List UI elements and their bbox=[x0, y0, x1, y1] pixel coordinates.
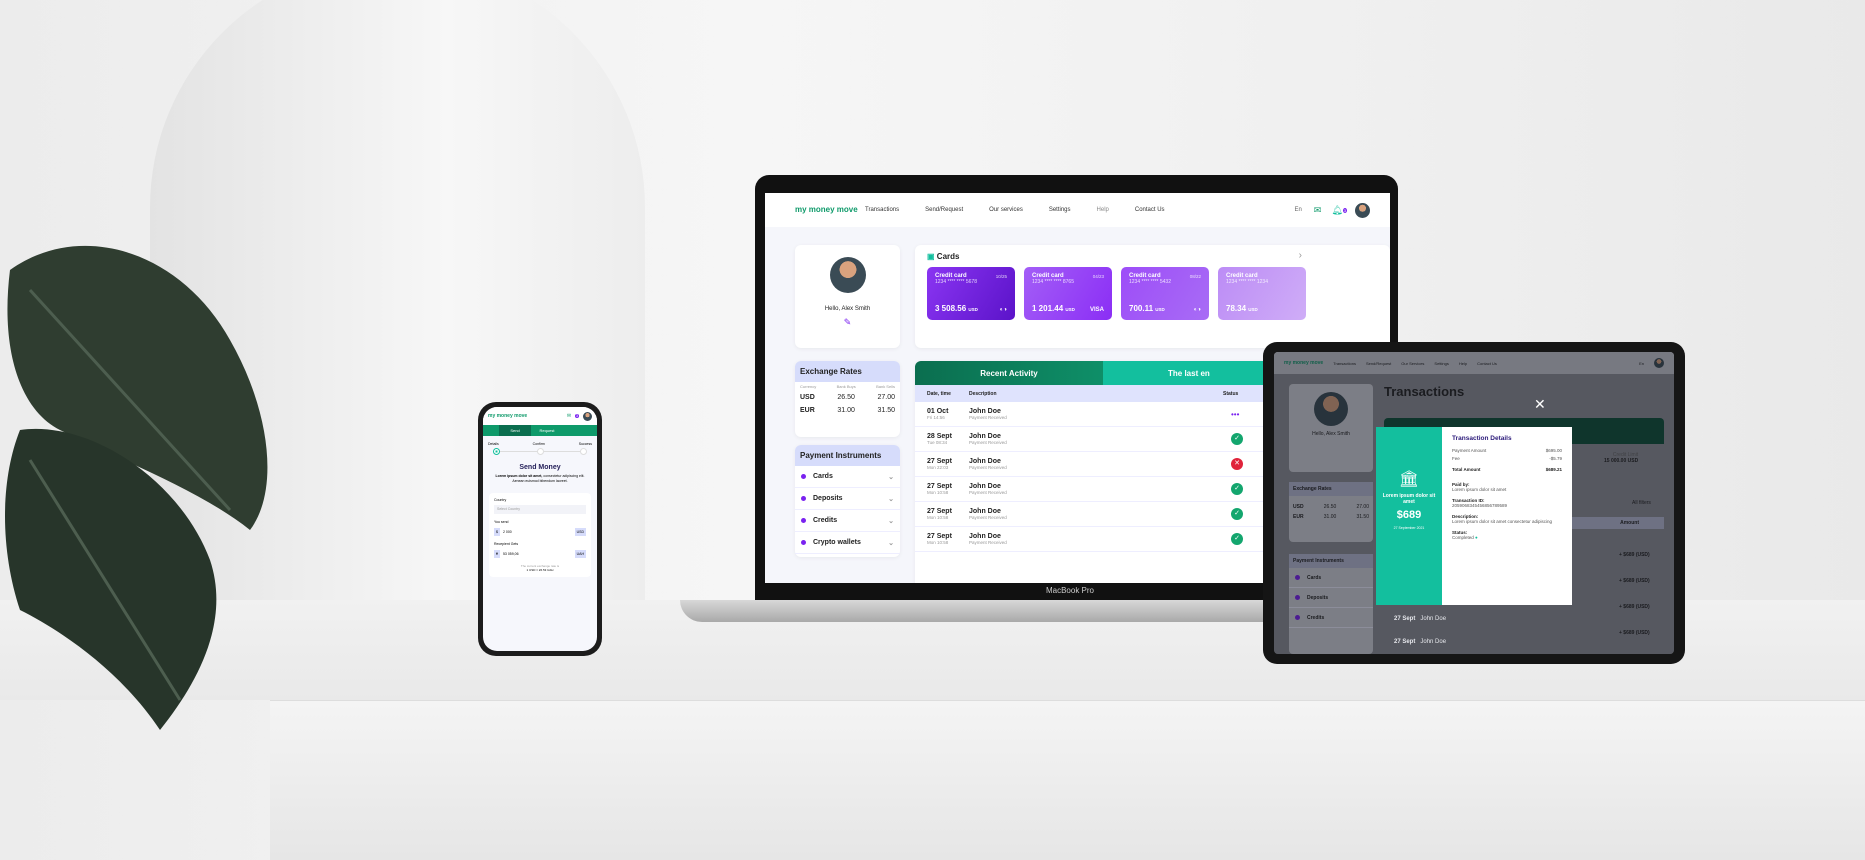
mail-icon[interactable]: ✉ bbox=[567, 413, 571, 419]
background-rows: 27 Sept John Doe 27 Sept John Doe bbox=[1394, 614, 1446, 648]
tab-request[interactable]: Request bbox=[531, 428, 563, 433]
logo[interactable]: my money move bbox=[488, 413, 527, 419]
instrument-cards[interactable]: Cards ⌄ bbox=[795, 466, 900, 488]
currency-select[interactable]: USD bbox=[800, 394, 815, 401]
tab-send[interactable]: Send bbox=[499, 425, 531, 436]
success-status-icon: ✓ bbox=[1231, 533, 1243, 545]
more-icon[interactable]: ••• bbox=[1231, 410, 1239, 419]
top-nav: my money move Transactions Send/Request … bbox=[765, 193, 1390, 227]
transaction-details-modal: 🏛︎ Lorem ipsum dolor sit amet $689 27 Se… bbox=[1376, 427, 1572, 605]
avatar[interactable] bbox=[1355, 202, 1370, 218]
profile-photo bbox=[829, 257, 866, 293]
nav-our-services[interactable]: Our services bbox=[989, 207, 1023, 213]
chevron-down-icon: ⌄ bbox=[888, 517, 894, 525]
send-amount-input[interactable]: $2 000 USD bbox=[494, 527, 586, 536]
bank-icon: 🏛︎ bbox=[1398, 471, 1420, 488]
credit-card[interactable]: Credit card 1234 **** **** 1234 78.34 USD bbox=[1218, 267, 1306, 320]
failed-status-icon: ✕ bbox=[1231, 458, 1243, 470]
phone-device: my money move ✉ 3 Send Request Details Co… bbox=[478, 402, 602, 656]
mail-icon[interactable]: ✉ bbox=[1314, 205, 1322, 216]
payment-instruments-panel: Payment Instruments Cards ⌄ Deposits ⌄ Cre… bbox=[795, 445, 900, 557]
table-row: 27 Sept John Doe bbox=[1394, 639, 1447, 645]
avatar[interactable] bbox=[583, 411, 592, 421]
tablet-screen: my money move Transactions Send/Request Ou… bbox=[1274, 352, 1674, 654]
table-row: 27 Sept John Doe bbox=[1394, 616, 1447, 622]
notification-badge: 3 bbox=[1342, 207, 1347, 213]
credit-card[interactable]: Credit card 1234 **** **** 5678 10/25 3 508… bbox=[927, 267, 1015, 320]
nav-settings[interactable]: Settings bbox=[1049, 207, 1071, 213]
mastercard-icon: ◐◑ bbox=[999, 307, 1007, 313]
phone-screen: my money move ✉ 3 Send Request Details Co… bbox=[483, 407, 597, 651]
status-header: Status bbox=[1223, 390, 1239, 397]
receive-amount-input[interactable]: ₴ 53 059,06 UAH bbox=[494, 549, 586, 558]
exchange-rates-panel: Exchange Rates Currency Bank Buys Bank Sel… bbox=[795, 361, 900, 437]
notification-badge: 3 bbox=[575, 414, 579, 418]
logo[interactable]: my money move bbox=[795, 206, 865, 214]
send-form: Country Select Country You send $2 000 US… bbox=[489, 493, 591, 577]
laptop-label: MacBook Pro bbox=[1045, 586, 1095, 595]
currency-select[interactable]: EUR bbox=[800, 407, 815, 414]
instrument-deposits[interactable]: Deposits ⌄ bbox=[795, 488, 900, 510]
credit-card[interactable]: Credit card 1234 **** **** 8765 04/23 1 201… bbox=[1024, 267, 1112, 320]
visa-logo: VISA bbox=[1089, 307, 1104, 313]
chevron-down-icon: ⌄ bbox=[888, 539, 894, 547]
stepper: Details Confirm Success bbox=[488, 442, 592, 446]
bell-icon[interactable]: 🔔︎ bbox=[1331, 205, 1342, 216]
success-status-icon: ✓ bbox=[1231, 483, 1243, 495]
nav-help[interactable]: Help bbox=[1097, 207, 1109, 213]
cards-panel: ▣ Cards › Credit card 1234 **** **** 5678… bbox=[915, 245, 1390, 348]
nav-send-request[interactable]: Send/Request bbox=[925, 207, 963, 213]
chevron-down-icon: ⌄ bbox=[888, 473, 894, 481]
rate-row: EUR 31.00 31.50 bbox=[800, 407, 895, 414]
success-status-icon: ✓ bbox=[1231, 433, 1243, 445]
instrument-crypto[interactable]: Crypto wallets ⌄ bbox=[795, 532, 900, 554]
success-status-icon: ✓ bbox=[1231, 508, 1243, 520]
tablet-device: my money move Transactions Send/Request Ou… bbox=[1263, 342, 1685, 664]
chevron-down-icon: ⌄ bbox=[888, 495, 894, 503]
wallet-icon: ▣ bbox=[927, 252, 935, 261]
instrument-credits[interactable]: Credits ⌄ bbox=[795, 510, 900, 532]
rate-row: USD 26.50 27.00 bbox=[800, 394, 895, 401]
language-select[interactable]: En bbox=[1294, 207, 1301, 213]
exchange-rates-title: Exchange Rates bbox=[795, 361, 900, 382]
cards-title: Cards bbox=[936, 252, 960, 261]
chevron-right-icon[interactable]: › bbox=[1299, 250, 1302, 261]
edit-icon[interactable]: ✎ bbox=[795, 317, 900, 328]
check-icon: ● bbox=[1475, 535, 1478, 540]
profile-card: Hello, Alex Smith ✎ bbox=[795, 245, 900, 348]
close-icon[interactable]: ✕ bbox=[1534, 396, 1546, 413]
country-select[interactable]: Select Country bbox=[494, 505, 586, 514]
send-money-title: Send Money bbox=[519, 464, 561, 471]
modal-title: Transaction Details bbox=[1452, 435, 1512, 442]
tab-recent-activity[interactable]: Recent Activity bbox=[915, 361, 1103, 385]
plant-leaf-image bbox=[5, 245, 268, 730]
mastercard-icon: ◐◑ bbox=[1193, 307, 1201, 313]
payment-instruments-title: Payment Instruments bbox=[795, 445, 900, 466]
nav-transactions[interactable]: Transactions bbox=[865, 207, 899, 213]
nav-contact[interactable]: Contact Us bbox=[1135, 207, 1165, 213]
greeting: Hello, Alex Smith bbox=[824, 306, 871, 312]
status-text: Completed bbox=[1452, 535, 1474, 540]
credit-card[interactable]: Credit card 1234 **** **** 5432 08/22 700.1… bbox=[1121, 267, 1209, 320]
marble-block bbox=[270, 700, 1865, 860]
